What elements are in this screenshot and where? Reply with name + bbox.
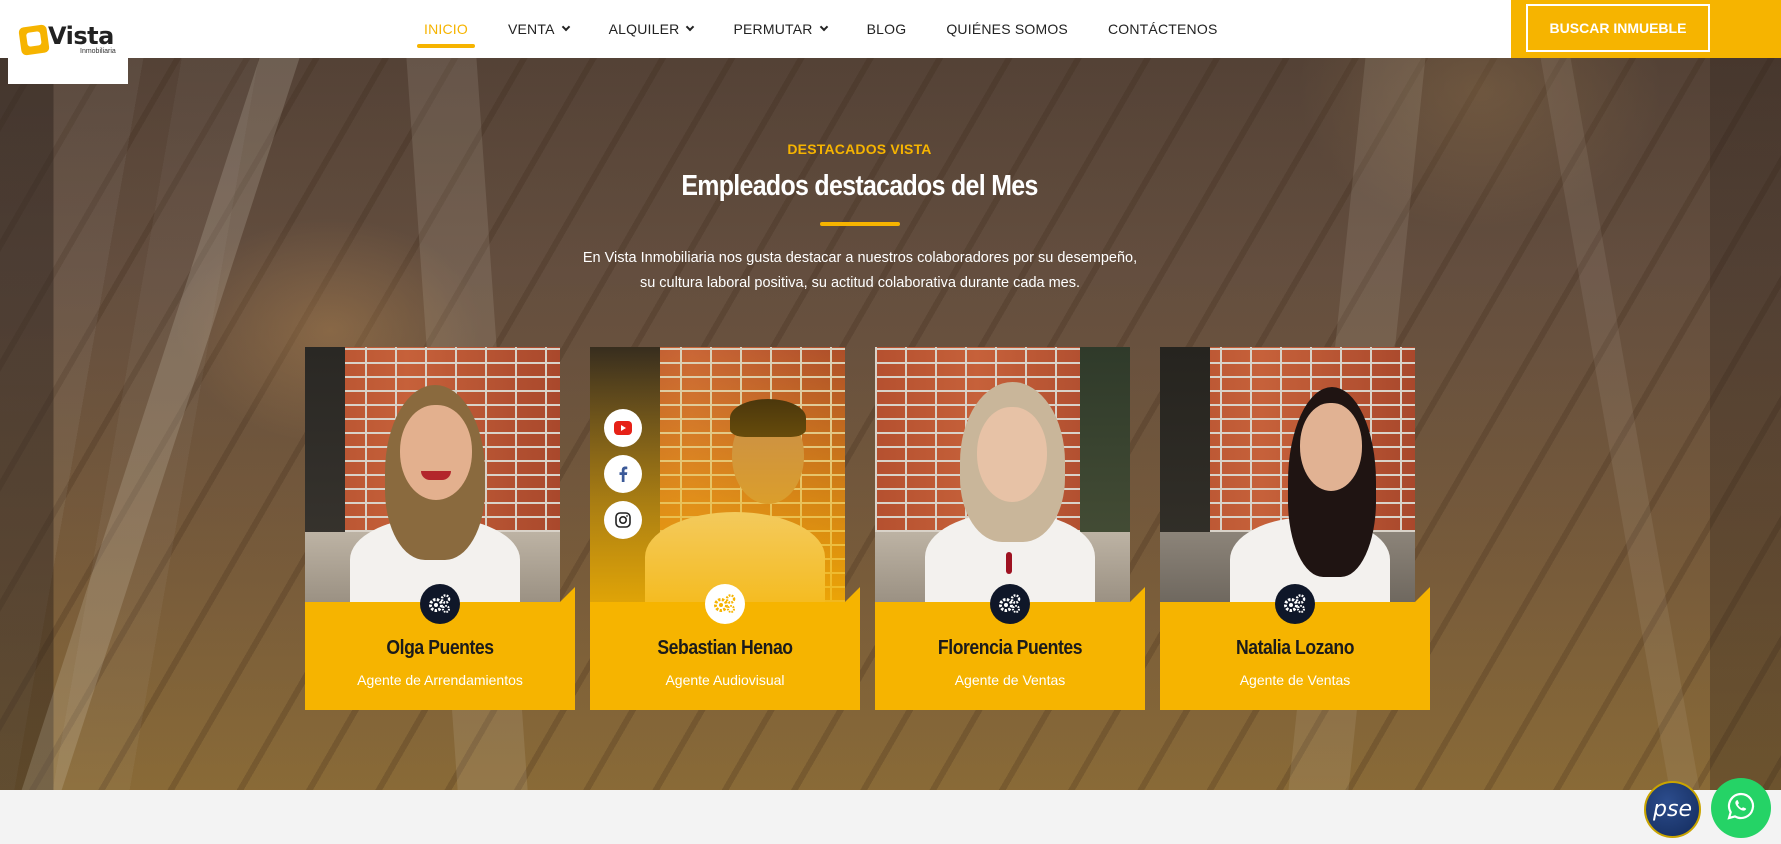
employee-name: Sebastian Henao: [657, 637, 793, 659]
main-nav: INICIO VENTA ALQUILER PERMUTAR BLOG QUIÉ…: [417, 0, 1258, 58]
nav-item-label: PERMUTAR: [733, 21, 813, 37]
gears-icon: [1275, 584, 1315, 624]
pse-payment-button[interactable]: pse: [1644, 781, 1701, 838]
logo-subtext: Inmobiliaria: [80, 48, 116, 55]
employee-name: Olga Puentes: [386, 637, 494, 659]
nav-item-alquiler[interactable]: ALQUILER: [608, 0, 695, 58]
nav-item-contactenos[interactable]: CONTÁCTENOS: [1108, 0, 1218, 58]
chevron-down-icon: [686, 22, 695, 32]
employee-role: Agente de Ventas: [1239, 672, 1351, 688]
nav-item-label: ALQUILER: [608, 21, 680, 37]
employee-name: Natalia Lozano: [1235, 637, 1355, 659]
employee-photo: [305, 347, 560, 602]
employee-card[interactable]: Natalia Lozano Agente de Ventas: [1160, 347, 1430, 710]
nav-item-inicio[interactable]: INICIO: [417, 0, 475, 58]
nav-item-label: INICIO: [424, 21, 468, 37]
employee-card[interactable]: Sebastian Henao Agente Audiovisual: [590, 347, 860, 710]
section-eyebrow: DESTACADOS VISTA: [787, 141, 932, 157]
employee-role: Agente de Ventas: [954, 672, 1066, 688]
gears-icon: [705, 584, 745, 624]
buscar-inmueble-button[interactable]: BUSCAR INMUEBLE: [1526, 4, 1710, 52]
gears-icon: [990, 584, 1030, 624]
pse-label: pse: [1653, 797, 1692, 822]
section-title: Empleados destacados del Mes: [681, 170, 1038, 202]
logo-mark-icon: [18, 24, 50, 56]
employee-card[interactable]: Florencia Puentes Agente de Ventas: [875, 347, 1145, 710]
youtube-icon[interactable]: [604, 409, 642, 447]
section-intro: En Vista Inmobiliaria nos gusta destacar…: [582, 250, 1138, 291]
facebook-icon[interactable]: [604, 455, 642, 493]
nav-item-label: BLOG: [866, 21, 907, 37]
title-underline: [820, 222, 900, 226]
chevron-down-icon: [561, 22, 570, 32]
whatsapp-button[interactable]: [1711, 778, 1771, 838]
nav-item-venta[interactable]: VENTA: [507, 0, 570, 58]
logo-text: Vista: [48, 22, 114, 50]
employee-name: Florencia Puentes: [937, 637, 1083, 659]
nav-item-blog[interactable]: BLOG: [867, 0, 907, 58]
cta-area: BUSCAR INMUEBLE: [1511, 0, 1781, 58]
whatsapp-icon: [1726, 791, 1756, 826]
employee-role: Agente de Arrendamientos: [357, 672, 523, 688]
instagram-icon[interactable]: [604, 501, 642, 539]
employee-role: Agente Audiovisual: [665, 672, 785, 688]
nav-item-label: QUIÉNES SOMOS: [946, 21, 1068, 37]
employee-photo: [1160, 347, 1415, 602]
nav-item-label: VENTA: [507, 21, 555, 37]
logo[interactable]: Vista Inmobiliaria: [8, 0, 128, 84]
employee-card[interactable]: Olga Puentes Agente de Arrendamientos: [305, 347, 575, 710]
employee-photo: [875, 347, 1130, 602]
nav-item-permutar[interactable]: PERMUTAR: [733, 0, 828, 58]
gears-icon: [420, 584, 460, 624]
nav-item-quienes-somos[interactable]: QUIÉNES SOMOS: [946, 0, 1068, 58]
nav-item-label: CONTÁCTENOS: [1107, 21, 1218, 37]
site-header: INICIO VENTA ALQUILER PERMUTAR BLOG QUIÉ…: [0, 0, 1781, 58]
chevron-down-icon: [819, 22, 828, 32]
